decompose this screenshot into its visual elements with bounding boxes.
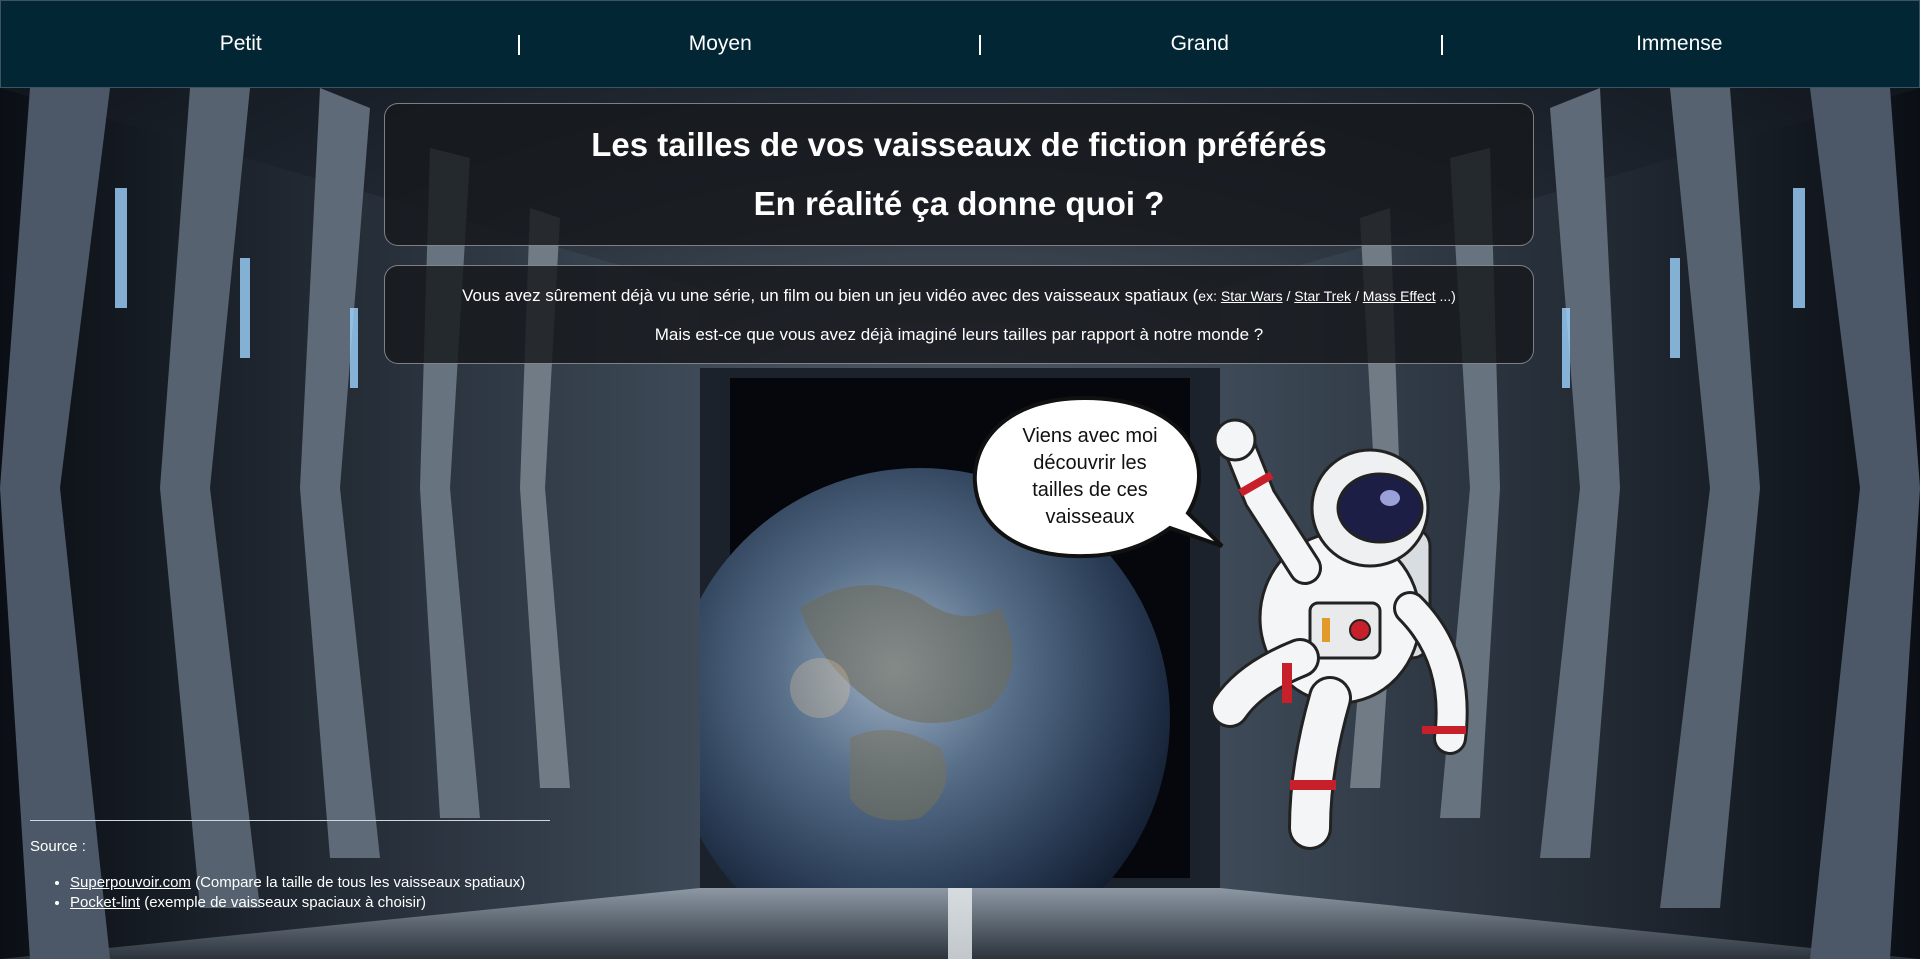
nav-separator (518, 35, 520, 55)
source-link-superpouvoir[interactable]: Superpouvoir.com (70, 874, 191, 891)
intro-panel: Vous avez sûrement déjà vu une série, un… (384, 265, 1534, 364)
source-label: Source : (30, 838, 86, 855)
footer-divider (30, 820, 550, 821)
nav-item-petit[interactable]: Petit (1, 32, 481, 56)
bubble-line: tailles de ces (1032, 479, 1148, 501)
link-star-wars[interactable]: Star Wars (1221, 288, 1283, 304)
source-link-pocket-lint[interactable]: Pocket-lint (70, 894, 140, 911)
bubble-line: vaisseaux (1045, 506, 1135, 528)
link-mass-effect[interactable]: Mass Effect (1363, 288, 1436, 304)
link-star-trek[interactable]: Star Trek (1294, 288, 1351, 304)
list-item: Pocket-lint (exemple de vaisseaux spacia… (70, 893, 525, 913)
page-title: Les tailles de vos vaisseaux de fiction … (591, 126, 1327, 163)
page-subtitle: En réalité ça donne quoi ? (753, 185, 1165, 222)
top-nav: Petit Moyen Grand Immense (0, 0, 1920, 88)
title-panel: Les tailles de vos vaisseaux de fiction … (384, 103, 1534, 246)
ex-label: ex: (1198, 288, 1217, 304)
nav-item-immense[interactable]: Immense (1440, 32, 1920, 56)
source-list: Superpouvoir.com (Compare la taille de t… (52, 873, 525, 913)
intro-text: Vous avez sûrement déjà vu une série, un… (385, 266, 1533, 306)
nav-separator (979, 35, 981, 55)
nav-separator (1441, 35, 1443, 55)
intro-suffix: ...) (1439, 288, 1456, 304)
nav-item-moyen[interactable]: Moyen (481, 32, 961, 56)
bubble-line: découvrir les (1033, 452, 1147, 474)
bubble-line: Viens avec moi (1022, 425, 1158, 447)
speech-bubble-text: Viens avec moi découvrir les tailles de … (1010, 423, 1170, 531)
intro-prefix: Vous avez sûrement déjà vu une série, un… (462, 286, 1199, 305)
separator: / (1286, 288, 1291, 304)
separator: / (1354, 288, 1359, 304)
list-item: Superpouvoir.com (Compare la taille de t… (70, 873, 525, 893)
source-description: (Compare la taille de tous les vaisseaux… (195, 874, 526, 891)
source-description: (exemple de vaisseaux spaciaux à choisir… (144, 894, 427, 911)
intro-question: Mais est-ce que vous avez déjà imaginé l… (654, 325, 1264, 344)
nav-item-grand[interactable]: Grand (960, 32, 1440, 56)
